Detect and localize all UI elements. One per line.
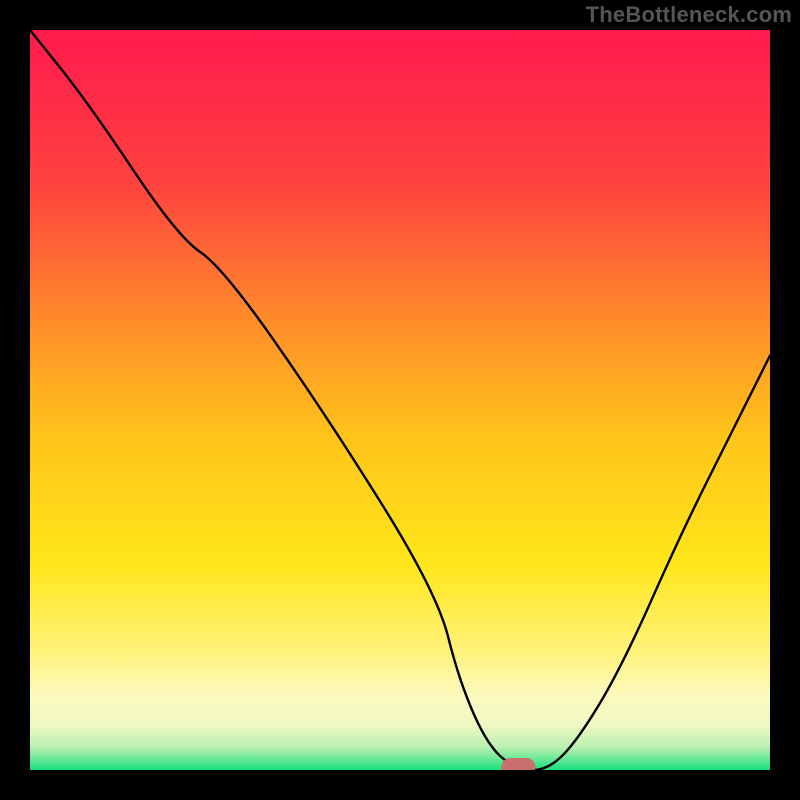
bottleneck-chart [30,30,770,770]
optimal-marker [501,758,535,770]
chart-background [30,30,770,770]
chart-container: TheBottleneck.com [0,0,800,800]
watermark-text: TheBottleneck.com [586,2,792,28]
